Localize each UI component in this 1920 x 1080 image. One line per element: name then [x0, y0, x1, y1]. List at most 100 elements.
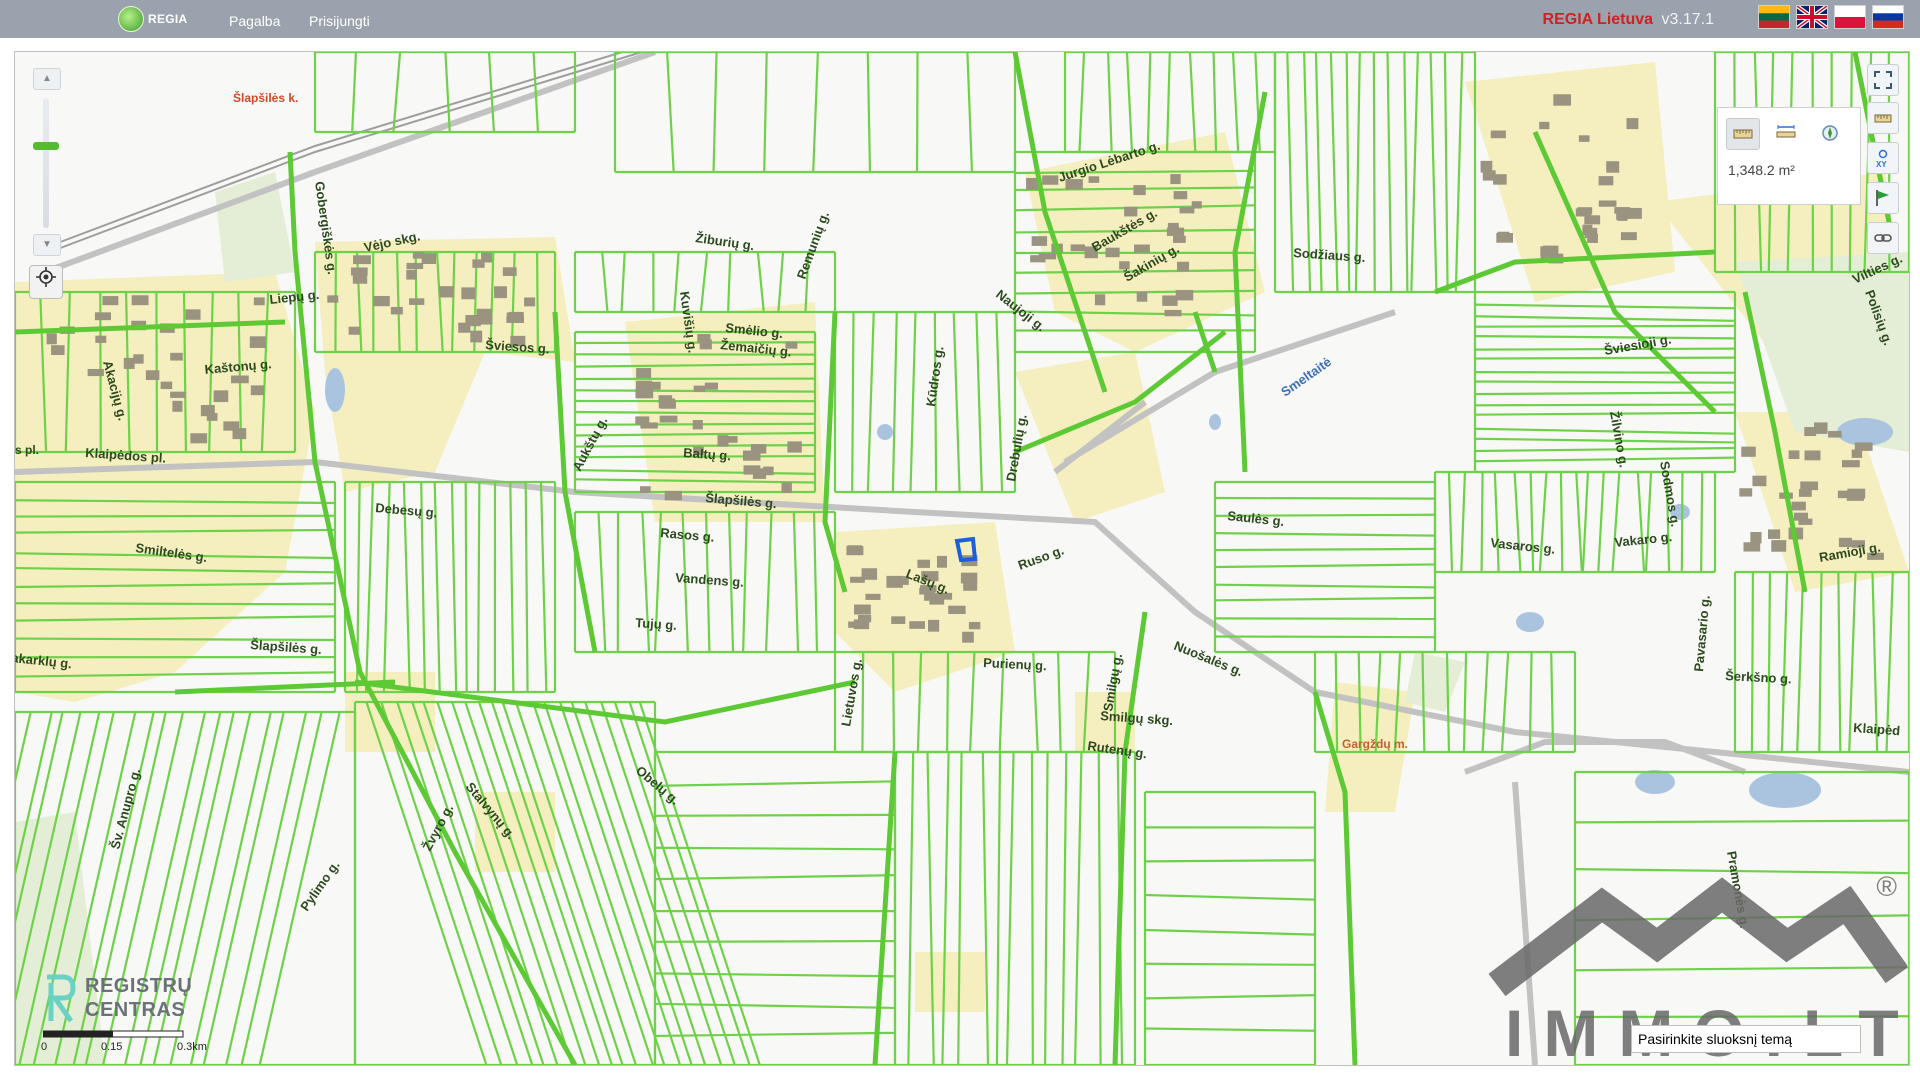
building — [1798, 518, 1813, 525]
building — [1539, 121, 1550, 130]
parcel-line — [851, 311, 855, 493]
uk-flag-icon[interactable] — [1796, 5, 1828, 29]
flag-button[interactable] — [1867, 182, 1899, 214]
parcel-line — [464, 481, 468, 693]
building — [1791, 501, 1806, 511]
building — [123, 357, 135, 369]
building — [854, 604, 871, 615]
building — [1606, 161, 1620, 173]
lt-flag-icon[interactable] — [1758, 5, 1790, 29]
building — [145, 370, 160, 381]
zoom-track[interactable] — [43, 98, 49, 228]
building — [635, 416, 650, 425]
locate-me-button[interactable] — [29, 265, 63, 299]
building — [635, 388, 654, 399]
building — [1136, 292, 1148, 302]
language-flags — [1758, 5, 1904, 29]
building — [948, 605, 966, 615]
building — [865, 593, 881, 600]
parcel-line — [1480, 471, 1484, 573]
zoom-thumb[interactable] — [33, 142, 59, 150]
building — [1170, 174, 1181, 185]
building — [1598, 176, 1614, 186]
building — [253, 297, 265, 306]
building — [787, 441, 802, 453]
xy-icon: XY — [1876, 149, 1887, 168]
building — [858, 615, 872, 623]
nav-login-link[interactable]: Prisijungti — [309, 13, 370, 29]
building — [1798, 488, 1812, 497]
building — [917, 559, 931, 568]
parcel-line — [1474, 403, 1736, 407]
area-icon — [1776, 125, 1796, 138]
building — [846, 546, 864, 556]
parcel-line — [1559, 471, 1564, 573]
regia-logo-icon — [118, 6, 144, 32]
building — [640, 486, 651, 493]
building — [206, 413, 218, 421]
zoom-slider[interactable]: ▲ ▼ — [29, 68, 65, 256]
building — [476, 314, 493, 325]
building — [659, 415, 678, 423]
link-button[interactable] — [1867, 222, 1899, 254]
regia-logo[interactable]: REGIA — [118, 6, 188, 32]
parcel-line — [1372, 52, 1376, 293]
building — [409, 298, 425, 305]
ru-flag-icon[interactable] — [1872, 5, 1904, 29]
building — [1094, 294, 1106, 306]
parcel-line — [654, 939, 896, 943]
building — [406, 269, 417, 280]
building — [87, 368, 104, 377]
parcel-line — [1214, 635, 1436, 639]
rc-line2: CENTRAS — [85, 999, 186, 1021]
ruler-button[interactable] — [1867, 102, 1899, 134]
building — [213, 390, 229, 403]
parcel-line — [1474, 324, 1736, 328]
building — [1133, 185, 1146, 196]
scale-graphic — [43, 1030, 184, 1038]
map-canvas[interactable]: Šlapšilės k. Gobergiškės g. Vėjo skg. Li… — [14, 51, 1910, 1066]
building — [1134, 244, 1150, 253]
building — [524, 297, 536, 307]
zoom-in-button[interactable]: ▲ — [33, 68, 61, 90]
building — [1175, 289, 1194, 301]
nav-help-link[interactable]: Pagalba — [229, 13, 280, 29]
ruler-icon — [1733, 129, 1753, 139]
building — [1575, 208, 1592, 217]
building — [1490, 130, 1506, 139]
compass-icon — [1822, 125, 1838, 141]
parcel-line — [15, 514, 336, 518]
measure-distance-tool[interactable] — [1770, 118, 1802, 148]
measure-compass-tool[interactable] — [1814, 118, 1846, 148]
building — [1804, 450, 1821, 461]
building — [1578, 135, 1590, 142]
xy-button[interactable]: XY — [1867, 142, 1899, 174]
building — [1741, 446, 1756, 457]
building — [962, 631, 974, 643]
building — [1031, 236, 1048, 246]
ruler-icon — [1874, 114, 1892, 123]
building — [1739, 488, 1753, 497]
building — [699, 339, 712, 350]
parcel-line — [1030, 751, 1034, 1065]
fullscreen-icon — [1874, 71, 1892, 89]
layer-select-input[interactable] — [1631, 1025, 1861, 1053]
zoom-out-button[interactable]: ▼ — [33, 234, 61, 256]
measure-panel: 1,348.2 m² — [1717, 107, 1861, 205]
building — [636, 368, 652, 378]
building — [172, 400, 183, 412]
label-tuju: Tujų g. — [635, 615, 678, 633]
building — [190, 433, 208, 444]
house-roof-icon — [1488, 877, 1907, 997]
building — [390, 306, 403, 315]
building — [373, 295, 390, 307]
building — [1177, 261, 1190, 272]
building — [891, 616, 906, 624]
measure-area-tool[interactable] — [1726, 118, 1760, 150]
building — [102, 296, 119, 306]
building — [929, 596, 945, 605]
building — [1162, 295, 1178, 306]
pl-flag-icon[interactable] — [1834, 5, 1866, 29]
fullscreen-button[interactable] — [1867, 64, 1899, 96]
scale-bar: 0 0.15 0.3km — [41, 1029, 223, 1055]
